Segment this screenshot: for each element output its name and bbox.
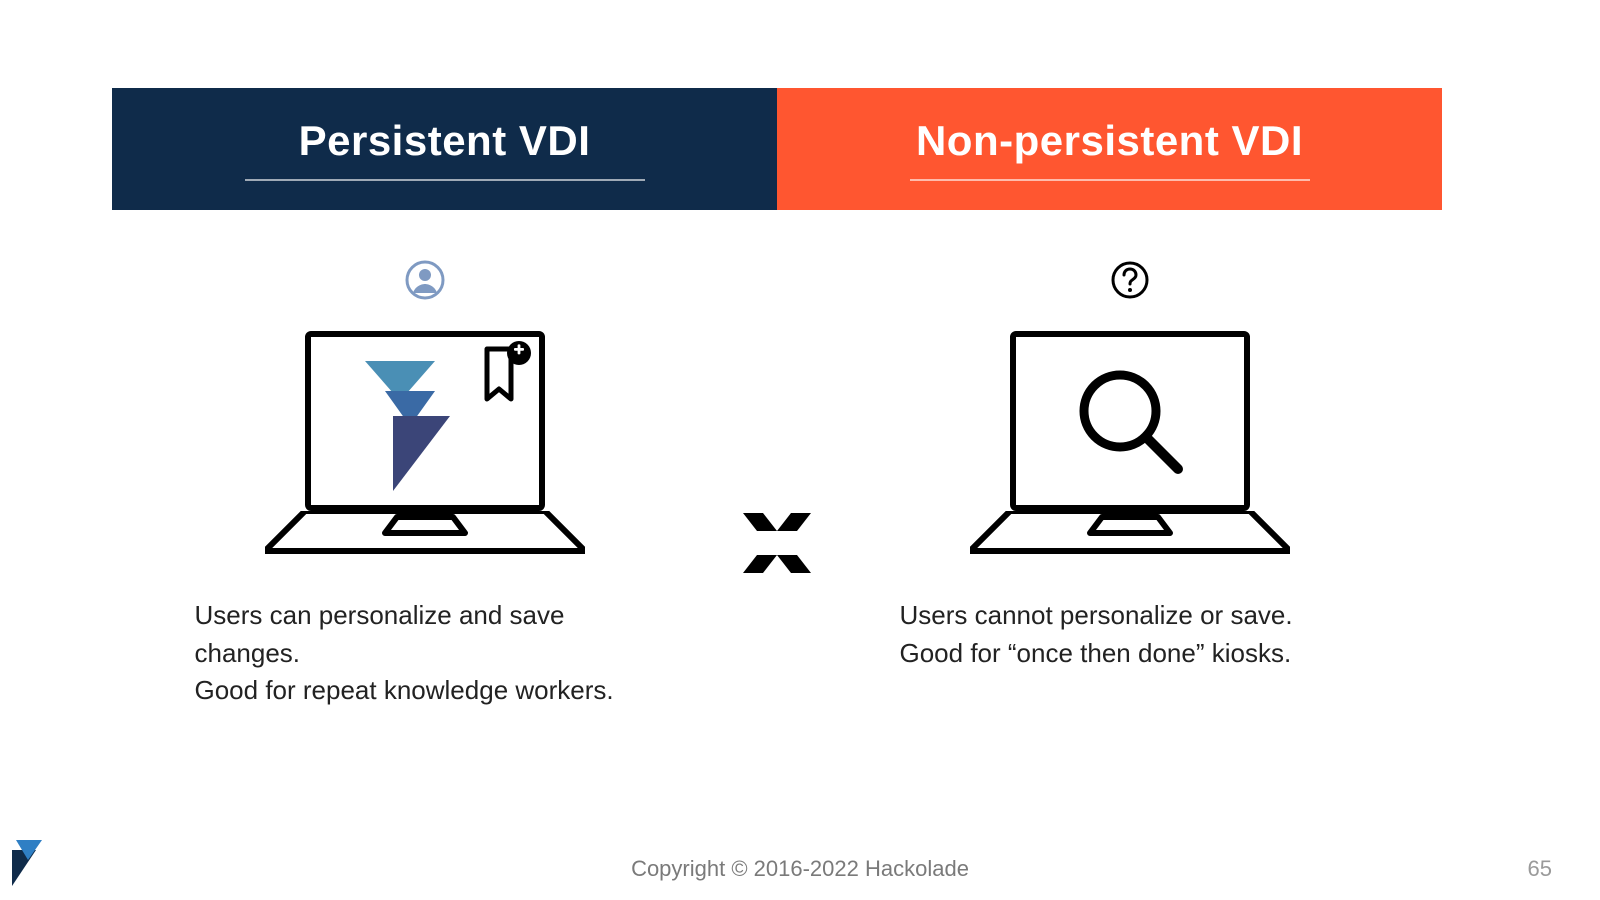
right-column: Users cannot personalize or save. Good f… xyxy=(817,260,1442,672)
right-caption-line2: Good for “once then done” kiosks. xyxy=(900,635,1360,673)
corner-brand-logo-icon xyxy=(12,840,46,886)
user-icon xyxy=(405,260,445,305)
slide: Persistent VDI Non-persistent VDI xyxy=(0,0,1600,900)
left-caption-line2: Good for repeat knowledge workers. xyxy=(195,672,655,710)
bookmark-plus-icon xyxy=(481,341,533,403)
magnifier-icon xyxy=(1070,361,1190,481)
header-left-underline xyxy=(245,179,645,181)
header-right-title: Non-persistent VDI xyxy=(916,117,1303,165)
header-left-title: Persistent VDI xyxy=(299,117,591,165)
left-caption: Users can personalize and save changes. … xyxy=(195,597,655,710)
footer-copyright: Copyright © 2016-2022 Hackolade xyxy=(0,856,1600,882)
laptop-right-base xyxy=(970,511,1290,559)
header-left: Persistent VDI xyxy=(112,88,777,210)
header-right-underline xyxy=(910,179,1310,181)
slide-body: Users can personalize and save changes. … xyxy=(112,260,1442,710)
header-right: Non-persistent VDI xyxy=(777,88,1442,210)
brand-logo-icon xyxy=(365,361,475,491)
right-caption-line1: Users cannot personalize or save. xyxy=(900,597,1360,635)
laptop-left-screen xyxy=(305,331,545,511)
header-band: Persistent VDI Non-persistent VDI xyxy=(112,88,1442,210)
left-column: Users can personalize and save changes. … xyxy=(112,260,737,710)
versus-icon xyxy=(737,507,817,584)
page-number: 65 xyxy=(1528,856,1552,882)
left-caption-line1: Users can personalize and save changes. xyxy=(195,597,655,672)
laptop-left xyxy=(265,313,585,573)
laptop-right-screen xyxy=(1010,331,1250,511)
laptop-left-base xyxy=(265,511,585,559)
right-caption: Users cannot personalize or save. Good f… xyxy=(900,597,1360,672)
laptop-right xyxy=(970,313,1290,573)
question-icon xyxy=(1110,260,1150,305)
